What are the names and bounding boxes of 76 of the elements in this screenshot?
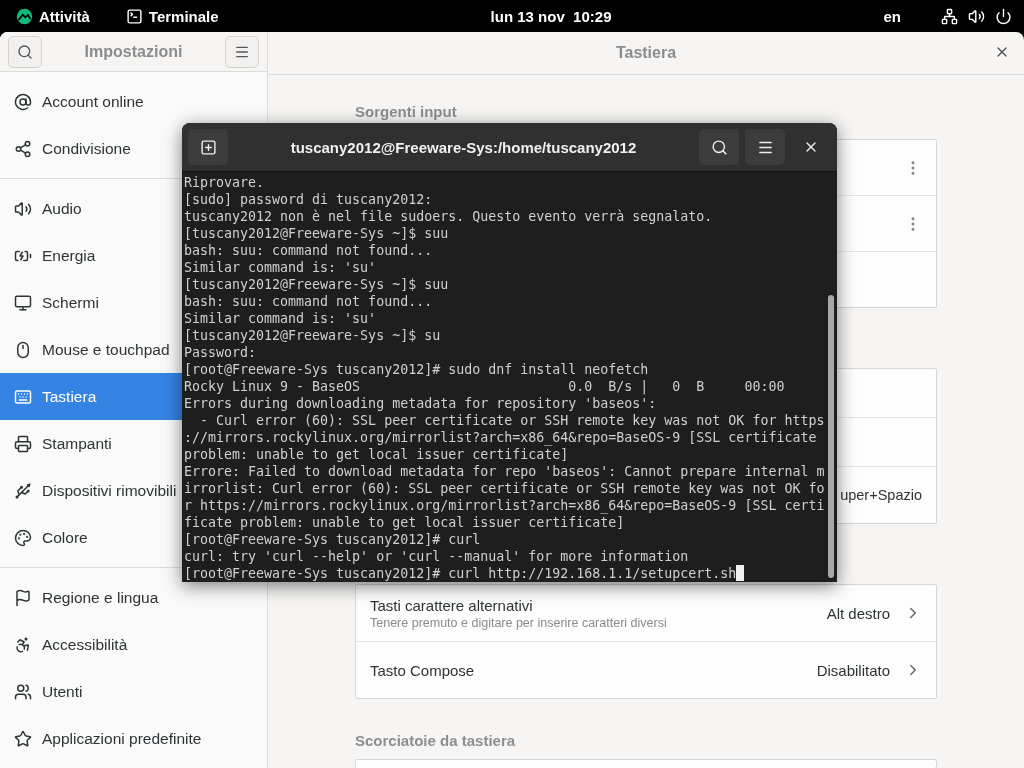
terminal-line: irrorlist: Curl error (60): SSL peer certificate or SSH remote key was not OK fo	[184, 480, 825, 497]
terminal-title: tuscany2012@Freeware-Sys:/home/tuscany2012	[289, 138, 638, 156]
star-icon	[14, 729, 32, 748]
sidebar-item[interactable]: Energia	[0, 232, 104, 279]
mouse-icon	[14, 340, 32, 359]
accessibility-icon	[14, 635, 32, 654]
logo-icon	[16, 7, 33, 25]
sidebar-item[interactable]: Audio	[0, 185, 90, 232]
speaker-icon	[14, 199, 32, 218]
app-menu[interactable]: Terminale	[125, 7, 219, 25]
at-sign-icon	[14, 92, 32, 111]
sidebar-title: Impostazioni	[84, 42, 183, 61]
sidebar-item[interactable]: Accessibilità	[0, 621, 136, 668]
terminal-line: Similar command is: 'su'	[184, 259, 377, 276]
row-value: Disabilitato	[816, 661, 890, 679]
users-icon	[14, 682, 32, 701]
sidebar-item[interactable]: Utenti	[0, 668, 91, 715]
text-cursor	[736, 565, 745, 581]
clock[interactable]: lun 13 nov 10:29	[218, 7, 884, 25]
section-heading: Sorgenti input	[355, 103, 458, 119]
terminal-line: problem: unable to get local issuer certificate]	[184, 446, 569, 463]
sidebar-item[interactable]: Stampanti	[0, 420, 120, 467]
sidebar-item[interactable]: Mouse e touchpad	[0, 326, 178, 373]
terminal-line: [root@Freeware-Sys tuscany2012]# curl	[184, 531, 481, 548]
sidebar-item[interactable]: Colore	[0, 514, 96, 561]
plus-icon	[199, 138, 217, 156]
search-icon	[710, 138, 728, 156]
terminal-line: ficate problem: unable to get local issuer certificate]	[184, 514, 625, 531]
menu-button[interactable]	[225, 35, 259, 68]
panel-title: Tastiera	[615, 44, 677, 62]
terminal-line: [sudo] password di tuscany2012:	[184, 191, 433, 208]
row-title: Tasto Compose	[370, 661, 476, 679]
terminal-icon	[125, 7, 143, 25]
terminal-line: curl: try 'curl --help' or 'curl --manual' for more information	[184, 548, 689, 565]
terminal-line: [tuscany2012@Freeware-Sys ~]$ su	[184, 327, 441, 344]
terminal-line: Password:	[184, 344, 257, 361]
row-subtitle: Tenere premuto e digitare per inserire caratteri diversi	[370, 615, 668, 630]
terminal-line: [tuscany2012@Freeware-Sys ~]$ suu	[184, 225, 449, 242]
printer-icon	[14, 434, 32, 453]
terminal-line: Errore: Failed to download metadata for repo 'baseos': Cannot prepare internal m	[184, 463, 825, 480]
search-button[interactable]	[699, 129, 739, 165]
monitor-icon	[14, 293, 32, 312]
row-title: Tasti carattere alternativi	[370, 596, 534, 614]
terminal-line: bash: suu: command not found...	[184, 293, 433, 310]
network-icon[interactable]	[941, 7, 958, 25]
terminal-line: bash: suu: command not found...	[184, 242, 433, 259]
keyboard-icon	[14, 387, 32, 406]
section-heading: Scorciatoie da tastiera	[355, 730, 517, 751]
sidebar-item[interactable]: Applicazioni predefinite	[0, 715, 210, 762]
power-icon[interactable]	[995, 7, 1012, 25]
usb-stick-icon	[14, 481, 32, 500]
menu-button[interactable]	[745, 129, 785, 165]
scrollbar-thumb[interactable]	[828, 295, 835, 578]
search-button[interactable]	[8, 35, 42, 68]
sidebar-item[interactable]: Dispositivi rimovibili	[0, 467, 185, 514]
activities-button[interactable]: Attività	[16, 7, 90, 25]
terminal-line: r https://mirrors.rockylinux.org/mirrorlist?arch=x86_64&repo=BaseOS-9 [SSL certi	[184, 497, 825, 514]
terminal-line: Similar command is: 'su'	[184, 310, 377, 327]
sidebar-item[interactable]: Condivisione	[0, 125, 139, 172]
terminal-line: ://mirrors.rockylinux.org/mirrorlist?arch=x86_64&repo=BaseOS-9 [SSL certificate	[184, 429, 817, 446]
terminal-line: [root@Freeware-Sys tuscany2012]# curl http://192.168.1.1/setupcert.sh	[184, 565, 737, 582]
sidebar-item[interactable]: Account online	[0, 78, 152, 125]
terminal-line: tuscany2012 non è nel file sudoers. Questo evento verrà segnalato.	[184, 208, 713, 225]
flag-icon	[14, 588, 32, 607]
sidebar-item[interactable]: Schermi	[0, 279, 107, 326]
volume-icon[interactable]	[968, 7, 985, 25]
row-value: uper+Spazio	[840, 487, 922, 503]
share-icon	[14, 139, 32, 158]
terminal-line: [tuscany2012@Freeware-Sys ~]$ suu	[184, 276, 449, 293]
sidebar-item[interactable]: Regione e lingua	[0, 574, 167, 621]
search-icon	[17, 43, 33, 60]
keyboard-layout-indicator[interactable]: en	[883, 7, 901, 25]
new-tab-button[interactable]	[188, 129, 228, 165]
palette-icon	[14, 528, 32, 547]
row-value: Alt destro	[826, 604, 890, 622]
terminal-line: Riprovare.	[184, 174, 265, 191]
